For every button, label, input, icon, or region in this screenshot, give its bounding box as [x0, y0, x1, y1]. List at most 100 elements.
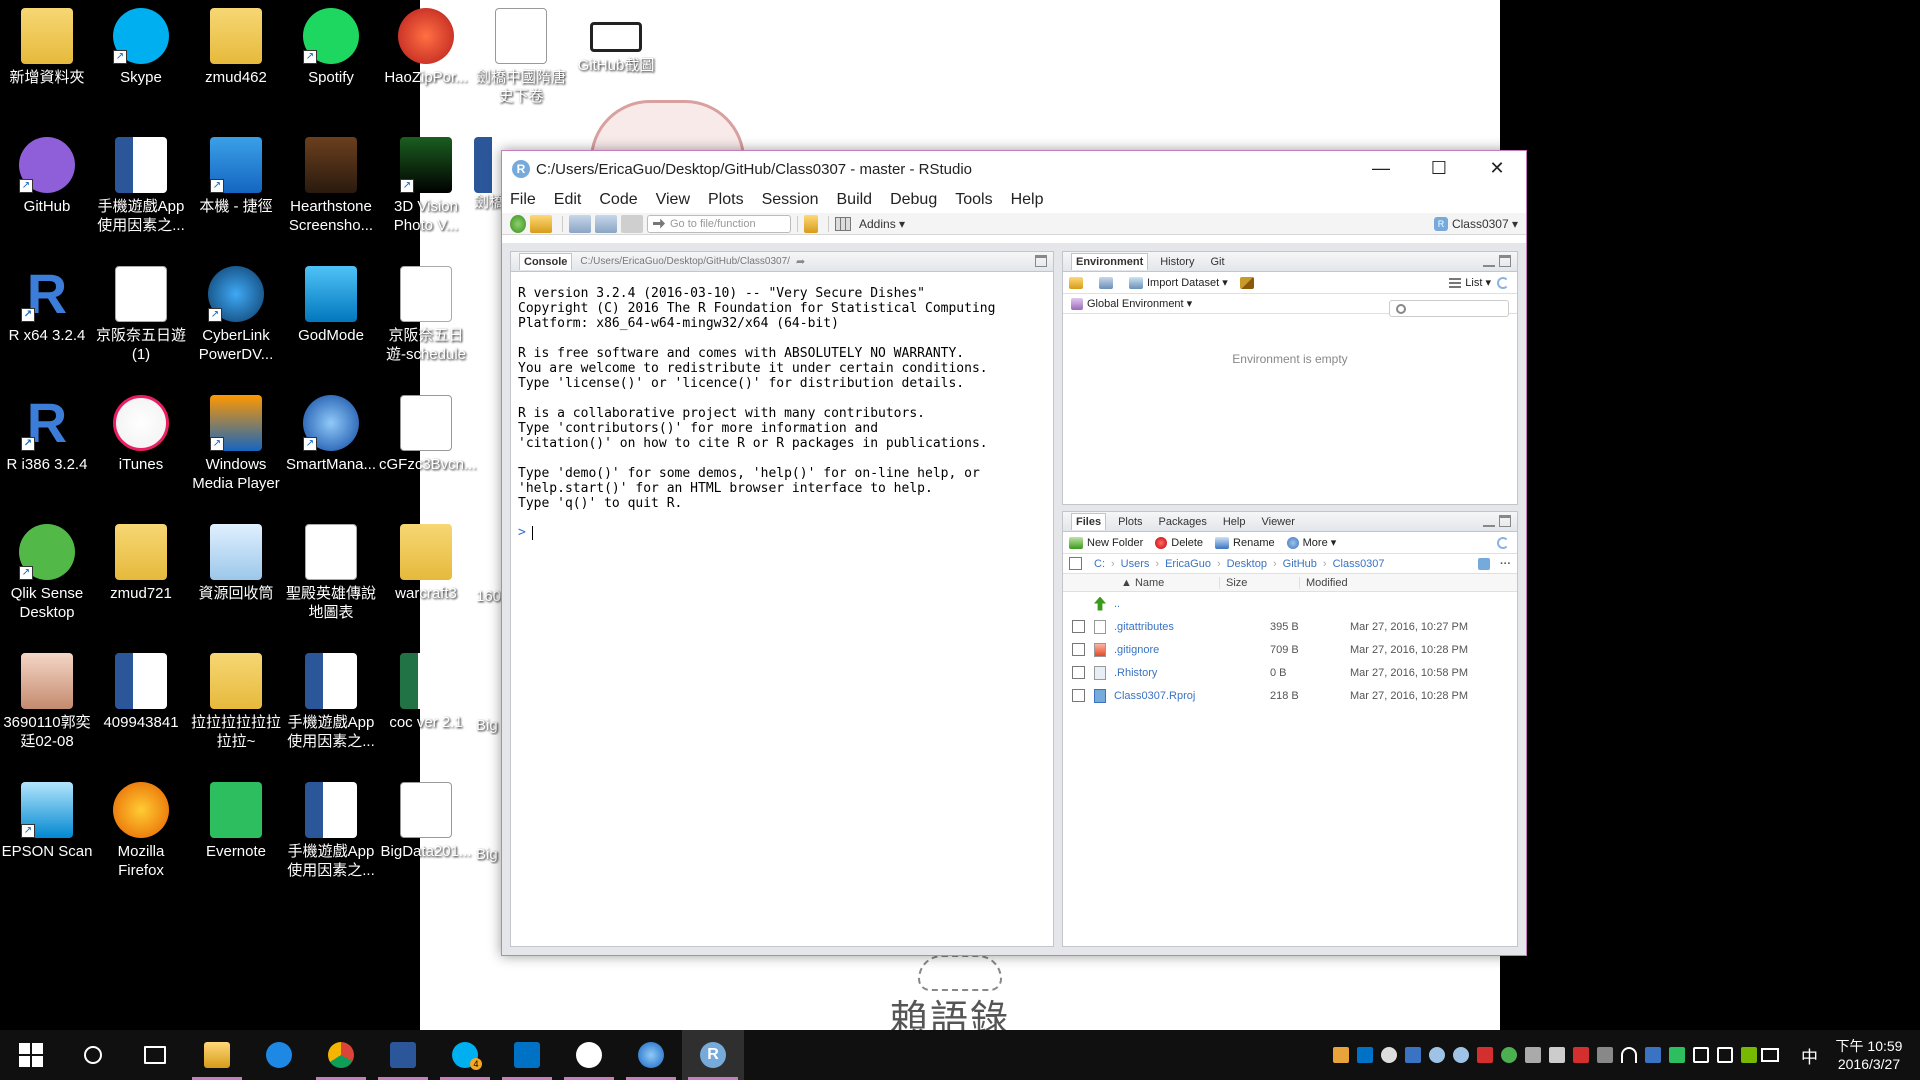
- taskbar-chrome[interactable]: [310, 1030, 372, 1080]
- tab-help[interactable]: Help: [1219, 514, 1250, 530]
- desktop-icon-partial[interactable]: Big: [476, 845, 502, 864]
- onedrive-icon[interactable]: [1381, 1047, 1397, 1063]
- minimize-pane-icon[interactable]: [1483, 255, 1495, 267]
- view-mode-menu[interactable]: List ▾: [1449, 276, 1491, 289]
- refresh-icon[interactable]: [1497, 276, 1509, 289]
- desktop-icon[interactable]: ↗ 本機 - 捷徑: [189, 137, 283, 216]
- tab-plots[interactable]: Plots: [1114, 514, 1146, 530]
- breadcrumb-item[interactable]: GitHub: [1283, 558, 1317, 570]
- row-checkbox[interactable]: [1072, 620, 1085, 633]
- parent-dir-link[interactable]: ..: [1114, 598, 1270, 610]
- desktop-icon-partial[interactable]: 160: [476, 587, 504, 606]
- new-file-icon[interactable]: [510, 214, 526, 233]
- desktop-icon[interactable]: Mozilla Firefox: [94, 782, 188, 880]
- environment-search-input[interactable]: [1389, 300, 1509, 317]
- rename-button[interactable]: Rename: [1215, 536, 1275, 549]
- taskbar-file-explorer[interactable]: [186, 1030, 248, 1080]
- tab-environment[interactable]: Environment: [1071, 253, 1149, 270]
- tab-console[interactable]: Console: [519, 253, 573, 270]
- input-method-indicator[interactable]: 中: [1801, 1043, 1818, 1068]
- breadcrumb-item[interactable]: Desktop: [1227, 558, 1267, 570]
- project-menu[interactable]: R Class0307 ▾: [1433, 216, 1518, 231]
- desktop-icon[interactable]: cGFzc3Bvcn...: [379, 395, 477, 474]
- desktop-icon[interactable]: ↗ GitHub: [0, 137, 94, 216]
- mail-icon[interactable]: [1333, 1047, 1349, 1063]
- desktop-icon[interactable]: 3690110郭奕廷02-08: [0, 653, 94, 751]
- tab-history[interactable]: History: [1156, 254, 1198, 270]
- menu-session[interactable]: Session: [762, 191, 819, 209]
- desktop-icon[interactable]: Hearthstone Screensho...: [284, 137, 378, 235]
- version-control-icon[interactable]: [804, 214, 818, 233]
- search-button[interactable]: [62, 1030, 124, 1080]
- breadcrumb-item[interactable]: Class0307: [1333, 558, 1385, 570]
- nvidia-icon[interactable]: [1741, 1047, 1757, 1063]
- desktop-icon[interactable]: 聖殿英雄傳說地圖表: [284, 524, 378, 622]
- taskbar-rstudio[interactable]: R: [682, 1030, 744, 1080]
- bluetooth-icon[interactable]: [1525, 1047, 1541, 1063]
- desktop-icon[interactable]: ↗ Spotify: [284, 8, 378, 87]
- desktop-icon[interactable]: BigData201...: [379, 782, 473, 861]
- maximize-pane-icon[interactable]: [1499, 255, 1511, 267]
- refresh-icon[interactable]: [1497, 536, 1509, 549]
- clear-workspace-button[interactable]: [1239, 276, 1258, 289]
- console-input[interactable]: >: [511, 525, 1053, 540]
- import-dataset-button[interactable]: Import Dataset ▾: [1129, 276, 1228, 289]
- go-to-dir-icon[interactable]: ➦: [796, 255, 805, 268]
- select-all-checkbox[interactable]: [1069, 557, 1082, 570]
- minimize-pane-icon[interactable]: [1483, 515, 1495, 527]
- security-icon[interactable]: [1501, 1047, 1517, 1063]
- window-titlebar[interactable]: R C:/Users/EricaGuo/Desktop/GitHub/Class…: [502, 151, 1526, 187]
- desktop-icon[interactable]: R ↗ R i386 3.2.4: [0, 395, 94, 474]
- desktop-icon-partial[interactable]: 劍橋: [474, 137, 504, 212]
- desktop-icon[interactable]: 新增資料夾: [0, 8, 94, 87]
- desktop-icon[interactable]: HaoZipPor...: [379, 8, 473, 87]
- file-name-link[interactable]: .gitattributes: [1114, 621, 1270, 633]
- column-modified[interactable]: Modified: [1299, 576, 1517, 589]
- desktop-icon[interactable]: ↗ EPSON Scan: [0, 782, 94, 861]
- breadcrumb-item[interactable]: Users: [1121, 558, 1150, 570]
- display-icon[interactable]: [1597, 1047, 1613, 1063]
- clock[interactable]: 下午 10:59 2016/3/27: [1828, 1037, 1910, 1073]
- tab-viewer[interactable]: Viewer: [1257, 514, 1298, 530]
- project-home-icon[interactable]: [1478, 557, 1490, 570]
- breadcrumb-item[interactable]: EricaGuo: [1165, 558, 1211, 570]
- load-workspace-button[interactable]: [1069, 276, 1087, 289]
- menu-plots[interactable]: Plots: [708, 191, 744, 209]
- minimize-button[interactable]: —: [1352, 151, 1410, 187]
- desktop-icon[interactable]: coc ver 2.1: [379, 653, 473, 732]
- adobe-icon[interactable]: [1477, 1047, 1493, 1063]
- column-name[interactable]: ▲ Name: [1063, 577, 1219, 589]
- menu-build[interactable]: Build: [837, 191, 873, 209]
- file-name-link[interactable]: Class0307.Rproj: [1114, 690, 1270, 702]
- menu-view[interactable]: View: [656, 191, 690, 209]
- desktop-icon[interactable]: 手機遊戲App使用因素之...: [284, 782, 378, 880]
- speaker-icon[interactable]: [1693, 1047, 1709, 1063]
- desktop-icon-partial[interactable]: Big: [476, 716, 502, 735]
- desktop-icon[interactable]: ↗ Windows Media Player: [189, 395, 283, 493]
- row-checkbox[interactable]: [1072, 666, 1085, 679]
- desktop-icon[interactable]: ↗ CyberLink PowerDV...: [189, 266, 283, 364]
- desktop-icon[interactable]: ↗ SmartMana...: [284, 395, 378, 474]
- desktop-icon[interactable]: zmud462: [189, 8, 283, 87]
- power-icon[interactable]: [1669, 1047, 1685, 1063]
- goto-file-input[interactable]: Go to file/function: [647, 214, 791, 233]
- save-all-icon[interactable]: [595, 214, 617, 233]
- more-menu[interactable]: More ▾: [1286, 536, 1336, 549]
- pane-layout-icon[interactable]: [835, 216, 851, 231]
- restore-pane-icon[interactable]: [1035, 255, 1047, 267]
- file-name-link[interactable]: .gitignore: [1114, 644, 1270, 656]
- desktop-icon[interactable]: warcraft3: [379, 524, 473, 603]
- desktop-icon[interactable]: GitHub截圖: [569, 8, 663, 75]
- notification-icon[interactable]: [1761, 1048, 1779, 1062]
- maximize-pane-icon[interactable]: [1499, 515, 1511, 527]
- taskbar-edge[interactable]: [248, 1030, 310, 1080]
- save-icon[interactable]: [569, 214, 591, 233]
- parent-dir-row[interactable]: ..: [1063, 592, 1517, 615]
- desktop-icon[interactable]: 手機遊戲App使用因素之...: [284, 653, 378, 751]
- more-dots-icon[interactable]: ···: [1500, 558, 1511, 570]
- save-workspace-button[interactable]: [1099, 276, 1117, 289]
- open-file-icon[interactable]: [530, 214, 552, 233]
- taskbar-outlook[interactable]: [496, 1030, 558, 1080]
- menu-edit[interactable]: Edit: [554, 191, 582, 209]
- menu-code[interactable]: Code: [599, 191, 637, 209]
